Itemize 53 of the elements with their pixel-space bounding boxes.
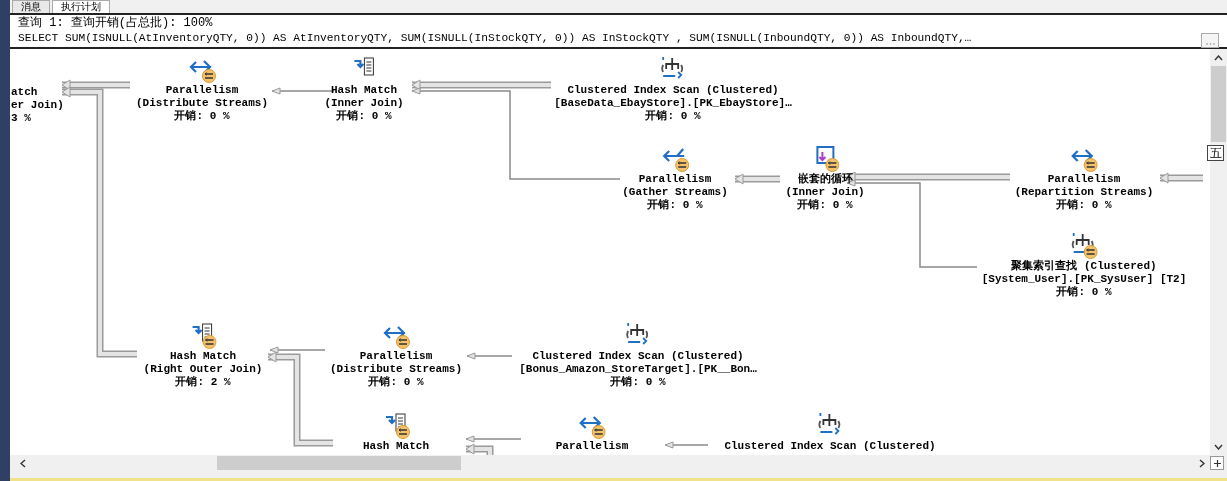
connector-arrow — [1159, 172, 1203, 184]
plus-icon — [1213, 459, 1221, 467]
operator-name: Parallelism — [165, 84, 239, 97]
cost-label: 开销: 0 % — [645, 110, 701, 123]
connector-arrow — [466, 352, 513, 360]
operator-detail: (Inner Join) — [324, 97, 404, 110]
operator-detail: (Repartition Streams) — [1014, 186, 1154, 199]
ime-indicator[interactable]: 五 — [1207, 145, 1224, 161]
connector-arrow — [664, 441, 709, 449]
query-cost-label: 查询 1: 查询开销(占总批): 100% — [18, 16, 214, 31]
zoom-button[interactable] — [1210, 456, 1224, 470]
operator-detail: (Distribute Streams) — [136, 97, 268, 110]
tab[interactable]: 执行计划 — [52, 0, 110, 13]
operator-name: atch — [11, 86, 38, 99]
tab[interactable]: 消息 — [12, 0, 50, 13]
cost-label: 开销: 0 % — [1056, 286, 1112, 299]
chevron-left-icon — [19, 458, 26, 468]
operator-name: Hash Match — [363, 440, 429, 453]
operator-detail: [BaseData_EbayStore].[PK_EbayStore]… — [554, 97, 792, 110]
operator-detail: [Bonus_Amazon_StoreTarget].[PK__Bon… — [519, 363, 757, 376]
operator-detail: (Right Outer Join) — [143, 363, 263, 376]
operator-detail: (Distribute Streams) — [330, 363, 462, 376]
operator-name: 聚集索引查找 (Clustered) — [1011, 260, 1157, 273]
cost-label: 3 % — [11, 112, 31, 125]
operator-name: Parallelism — [555, 440, 629, 453]
operator-detail: (Inner Join) — [785, 186, 865, 199]
operator-name: Parallelism — [638, 173, 712, 186]
chevron-down-icon — [1214, 443, 1223, 450]
operator-name: Clustered Index Scan (Clustered) — [567, 84, 779, 97]
chevron-up-icon — [1214, 54, 1223, 61]
sql-text: SELECT SUM(ISNULL(AtInventoryQTY, 0)) AS AtInventoryQTY, SUM(ISNULL(InStockQTY, 0)) AS InStockQTY , SUM(ISNULL(InboundQTY, 0)) AS InboundQTY,… — [18, 31, 972, 46]
cost-label: 开销: 2 % — [175, 376, 231, 389]
scrollbar-thumb[interactable] — [217, 456, 461, 470]
cost-label: 开销: 0 % — [610, 376, 666, 389]
cost-label: 开销: 0 % — [336, 110, 392, 123]
cost-label: 开销: 0 % — [368, 376, 424, 389]
operator-detail: er Join) — [11, 99, 64, 112]
operator-name: Hash Match — [170, 350, 236, 363]
cost-label: 开销: 0 % — [1056, 199, 1112, 212]
operator-name: 嵌套的循环 — [797, 173, 853, 186]
operator-name: Clustered Index Scan (Clustered) — [724, 440, 936, 453]
chevron-right-icon — [1198, 458, 1205, 468]
scrollbar-thumb[interactable] — [1211, 66, 1226, 142]
operator-name: Hash Match — [331, 84, 397, 97]
connector-arrow — [734, 173, 780, 185]
cost-label: 开销: 0 % — [647, 199, 703, 212]
cost-label: 开销: 0 % — [797, 199, 853, 212]
operator-detail: [System_User].[PK_SysUser] [T2] — [981, 273, 1187, 286]
operator-detail: (Gather Streams) — [622, 186, 728, 199]
operator-name: Parallelism — [1047, 173, 1121, 186]
cost-label: 开销: 0 % — [174, 110, 230, 123]
operator-name: Clustered Index Scan (Clustered) — [532, 350, 744, 363]
operator-name: Parallelism — [359, 350, 433, 363]
